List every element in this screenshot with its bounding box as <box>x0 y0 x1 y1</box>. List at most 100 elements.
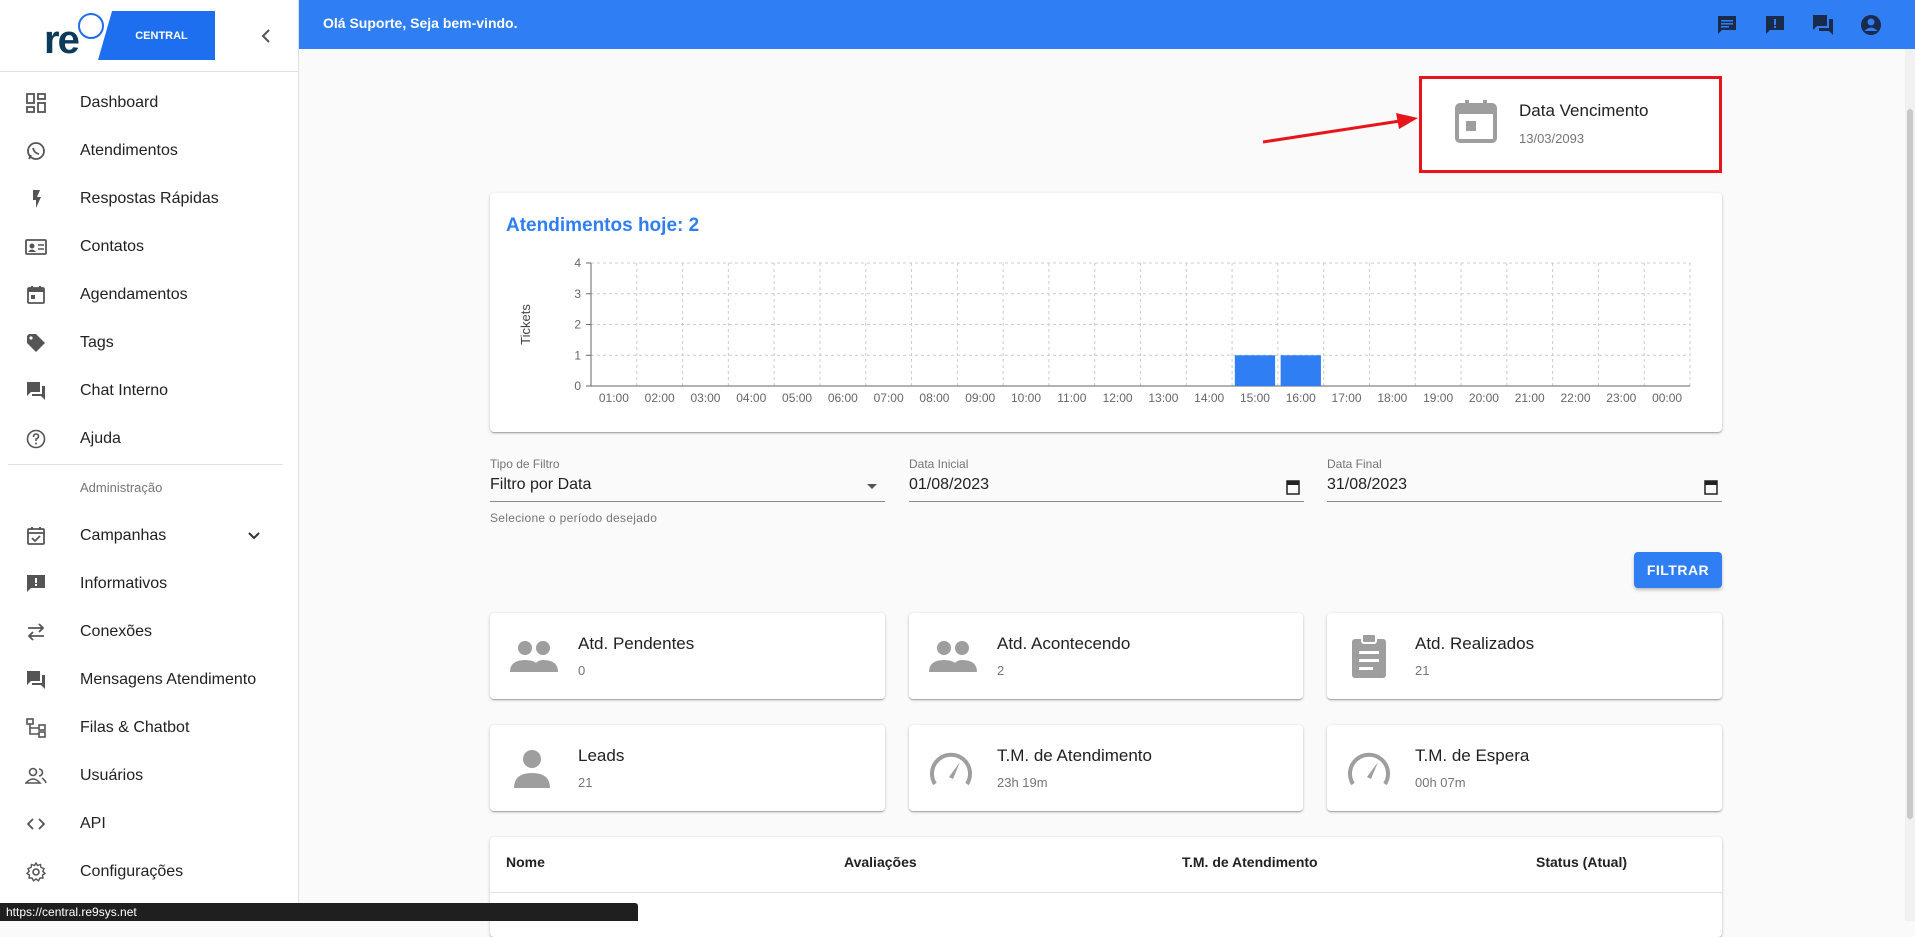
people-icon <box>24 764 48 788</box>
x-tick-label: 13:00 <box>1148 391 1178 405</box>
sidebar-item-label: Campanhas <box>80 527 167 544</box>
attendants-table: Nome Avaliações T.M. de Atendimento Stat… <box>490 837 1722 937</box>
stat-value: 21 <box>578 775 593 790</box>
sidebar-item-label: API <box>80 815 106 832</box>
sidebar-item-usuarios[interactable]: Usuários <box>0 754 298 798</box>
filter-type-label: Tipo de Filtro <box>490 457 560 471</box>
announcement-icon[interactable] <box>1763 13 1787 37</box>
x-tick-label: 12:00 <box>1103 391 1133 405</box>
sidebar-item-label: Mensagens Atendimento <box>80 671 257 688</box>
sidebar-item-mensagens-atendimento[interactable]: Mensagens Atendimento <box>0 658 298 702</box>
bar <box>1234 355 1276 386</box>
tree-icon <box>24 716 48 740</box>
event-check-icon <box>24 524 48 548</box>
start-date-input[interactable]: Data Inicial 01/08/2023 <box>909 457 1304 507</box>
x-tick-label: 07:00 <box>874 391 904 405</box>
forum-icon[interactable] <box>1811 13 1835 37</box>
filter-type-help: Selecione o período desejado <box>490 511 658 525</box>
stat-card-leads: Leads 21 <box>490 725 885 811</box>
sidebar-item-label: Contatos <box>80 238 145 255</box>
x-tick-label: 14:00 <box>1194 391 1224 405</box>
x-tick-label: 11:00 <box>1057 391 1086 405</box>
stat-title: Atd. Realizados <box>1415 634 1535 653</box>
filter-type-select[interactable]: Tipo de Filtro Filtro por Data Selecione… <box>490 457 885 527</box>
sidebar-item-campanhas[interactable]: Campanhas <box>0 514 298 558</box>
sidebar-item-dashboard[interactable]: Dashboard <box>0 81 298 125</box>
due-date-title: Data Vencimento <box>1519 101 1649 120</box>
stat-card-pending: Atd. Pendentes 0 <box>490 613 885 699</box>
bar <box>1280 355 1321 386</box>
swap-icon <box>24 620 48 644</box>
chart-card: Atendimentos hoje: 2 0 1 2 3 4 01:00 02:00 03:0… <box>490 193 1722 432</box>
sidebar-item-respostas-rapidas[interactable]: Respostas Rápidas <box>0 177 298 221</box>
y-axis-label: Tickets <box>518 304 533 345</box>
tickets-chart: 0 1 2 3 4 01:00 02:00 03:00 04:00 05:00 06:00 07:00… <box>518 256 1691 405</box>
settings-icon <box>24 860 48 884</box>
dropdown-arrow-icon <box>867 484 877 489</box>
sidebar-item-label: Agendamentos <box>80 286 188 303</box>
y-tick-label: 1 <box>574 348 581 362</box>
sidebar-item-contatos[interactable]: Contatos <box>0 225 298 269</box>
status-url: https://central.re9sys.net <box>0 903 638 921</box>
field-underline <box>490 501 885 502</box>
sidebar-item-label: Conexões <box>80 623 153 640</box>
sidebar-item-label: Configurações <box>80 863 184 880</box>
sidebar-item-label: Ajuda <box>80 430 121 447</box>
sidebar-item-tags[interactable]: Tags <box>0 321 298 365</box>
scrollbar-thumb[interactable] <box>1907 109 1913 819</box>
table-header-status: Status (Atual) <box>1536 854 1627 870</box>
end-date-value: 31/08/2023 <box>1327 476 1408 493</box>
stat-title: T.M. de Atendimento <box>997 746 1152 765</box>
calendar-picker-icon[interactable] <box>1286 479 1300 495</box>
start-date-value: 01/08/2023 <box>909 476 990 493</box>
x-tick-label: 23:00 <box>1606 391 1636 405</box>
whatsapp-icon <box>24 139 48 163</box>
chat-icon[interactable] <box>1715 13 1739 37</box>
sidebar-item-chat-interno[interactable]: Chat Interno <box>0 369 298 413</box>
logo-bar: re CENTRAL <box>0 0 298 72</box>
sidebar-section-label: Administração <box>80 480 163 495</box>
stat-title: Atd. Acontecendo <box>997 634 1131 653</box>
y-tick-label: 2 <box>574 318 581 332</box>
account-circle-icon[interactable] <box>1859 13 1883 37</box>
x-tick-label: 17:00 <box>1332 391 1362 405</box>
sidebar-item-informativos[interactable]: Informativos <box>0 562 298 606</box>
stat-value: 21 <box>1415 663 1430 678</box>
x-tick-label: 10:00 <box>1011 391 1041 405</box>
x-tick-label: 01:00 <box>599 391 629 405</box>
calendar-picker-icon[interactable] <box>1704 479 1718 495</box>
table-header-avg-time: T.M. de Atendimento <box>1182 854 1318 870</box>
sidebar-item-agendamentos[interactable]: Agendamentos <box>0 273 298 317</box>
logo-badge: CENTRAL <box>98 11 215 60</box>
stat-card-avg-service: T.M. de Atendimento 23h 19m <box>909 725 1303 811</box>
person-icon <box>508 744 556 792</box>
assignment-icon <box>1345 632 1393 680</box>
table-header-ratings: Avaliações <box>844 854 917 870</box>
sidebar-item-label: Informativos <box>80 575 168 592</box>
sidebar-item-atendimentos[interactable]: Atendimentos <box>0 129 298 173</box>
announcement-icon <box>24 572 48 596</box>
sidebar-item-conexoes[interactable]: Conexões <box>0 610 298 654</box>
chevron-left-icon <box>261 29 270 43</box>
field-underline <box>1327 501 1722 502</box>
sidebar-item-api[interactable]: API <box>0 802 298 846</box>
x-tick-label: 19:00 <box>1423 391 1453 405</box>
filter-button[interactable]: FILTRAR <box>1634 552 1722 588</box>
calendar-icon <box>24 283 48 307</box>
sidebar-item-filas-chatbot[interactable]: Filas & Chatbot <box>0 706 298 750</box>
message-icon <box>24 668 48 692</box>
sidebar-item-ajuda[interactable]: Ajuda <box>0 417 298 461</box>
collapse-sidebar-button[interactable] <box>258 24 274 48</box>
sidebar-item-label: Respostas Rápidas <box>80 190 219 207</box>
contact-card-icon <box>24 235 48 259</box>
annotation-arrow <box>1262 113 1418 144</box>
sidebar-item-configuracoes[interactable]: Configurações <box>0 850 298 894</box>
start-date-label: Data Inicial <box>909 457 969 471</box>
scrollbar[interactable] <box>1905 49 1915 921</box>
stat-title: Atd. Pendentes <box>578 634 695 653</box>
end-date-input[interactable]: Data Final 31/08/2023 <box>1327 457 1722 507</box>
stat-title: T.M. de Espera <box>1415 746 1530 765</box>
x-tick-label: 00:00 <box>1652 391 1682 405</box>
sidebar-divider <box>8 464 283 465</box>
sidebar: re CENTRAL Dashboard Atendimentos Respos… <box>0 0 299 921</box>
